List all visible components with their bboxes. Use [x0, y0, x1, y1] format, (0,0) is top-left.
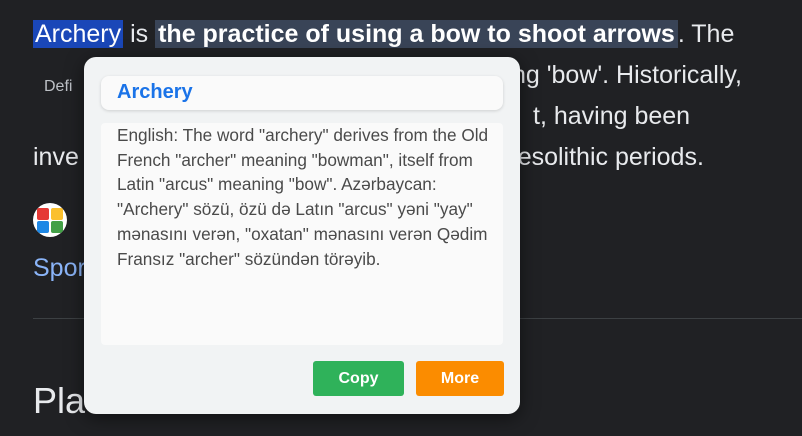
selected-word[interactable]: Archery [33, 20, 124, 48]
paragraph-connector: is [123, 20, 156, 48]
logo-yellow-square [51, 208, 63, 220]
dictionary-popup: Archery English: The word "archery" deri… [84, 57, 520, 414]
paragraph-line4-end: Mesolithic periods. [496, 143, 704, 171]
logo-green-square [51, 221, 63, 233]
popup-definition-panel: English: The word "archery" derives from… [101, 123, 503, 345]
popup-title: Archery [117, 81, 193, 103]
site-logo-icon[interactable] [33, 203, 67, 237]
paragraph-line2: ng 'bow'. Historically, [512, 61, 742, 89]
sports-link[interactable]: Spor [33, 254, 86, 283]
paragraph-after-phrase: . The [677, 20, 735, 48]
paragraph-line3: t, having been [533, 102, 691, 130]
logo-red-square [37, 208, 49, 220]
paragraph-line4-start: inve [33, 143, 79, 171]
definition-text: English: The word "archery" derives from… [117, 125, 489, 269]
more-button[interactable]: More [416, 361, 504, 396]
definition-chip[interactable]: Defi [44, 78, 72, 96]
copy-button[interactable]: Copy [313, 361, 404, 396]
popup-header: Archery [101, 76, 503, 110]
definition-highlight: the practice of using a bow to shoot arr… [155, 20, 678, 48]
logo-blue-square [37, 221, 49, 233]
